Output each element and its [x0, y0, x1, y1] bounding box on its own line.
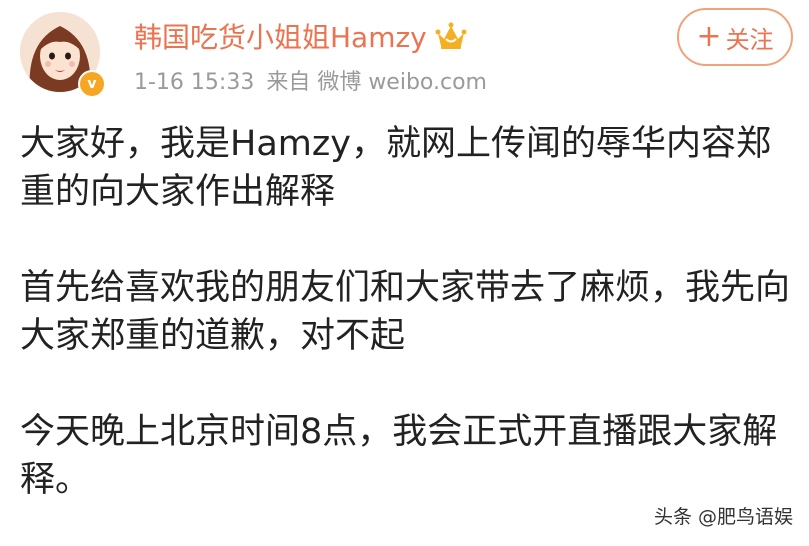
watermark: 头条 @肥鸟语娱 [653, 506, 793, 528]
post-body: 大家好，我是Hamzy，就网上传闻的辱华内容郑重的向大家作出解释 首先给喜欢我的… [20, 120, 800, 504]
follow-label: 关注 [725, 25, 774, 54]
crown-icon [435, 21, 467, 55]
follow-button[interactable]: + 关注 [677, 8, 793, 66]
post-paragraph: 大家好，我是Hamzy，就网上传闻的辱华内容郑重的向大家作出解释 [20, 124, 771, 212]
post-meta: 1-16 15:33 来自 微博 weibo.com [134, 68, 499, 98]
post-paragraph: 今天晚上北京时间8点，我会正式开直播跟大家解释。 [20, 412, 778, 500]
post-source: 来自 微博 weibo.com [266, 70, 487, 95]
plus-icon: + [696, 19, 722, 54]
verified-v-icon: v [78, 70, 106, 98]
username[interactable]: 韩国吃货小姐姐Hamzy [134, 18, 427, 58]
user-name-row: 韩国吃货小姐姐Hamzy [134, 18, 467, 58]
post-paragraph: 首先给喜欢我的朋友们和大家带去了麻烦，我先向大家郑重的道歉，对不起 [20, 268, 791, 356]
post-timestamp: 1-16 15:33 [134, 70, 255, 95]
